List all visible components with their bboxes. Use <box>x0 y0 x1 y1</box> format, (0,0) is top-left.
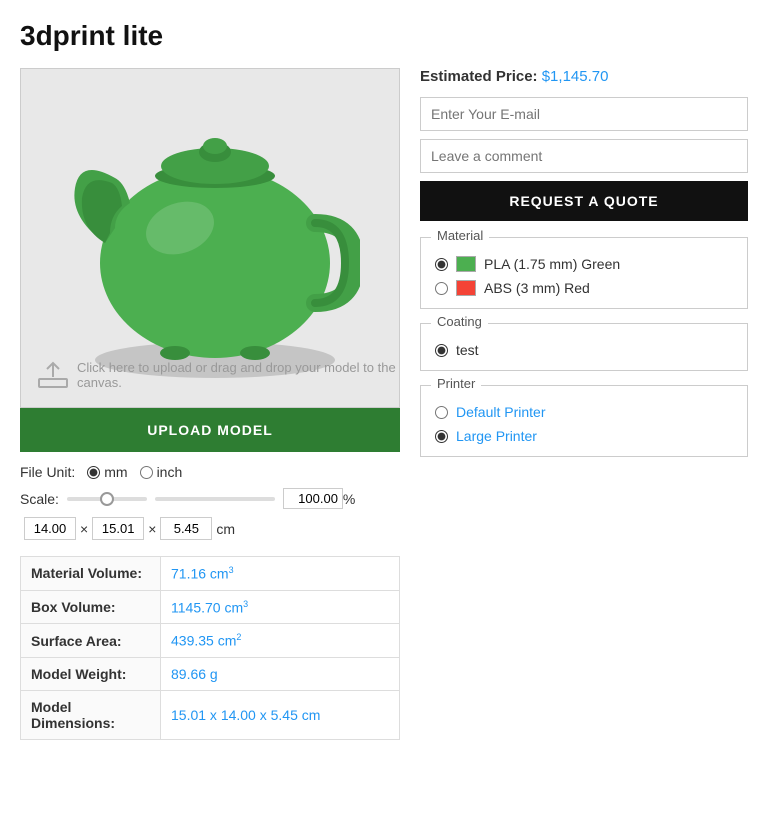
comment-input[interactable] <box>420 139 748 173</box>
printer-large-label: Large Printer <box>456 428 537 444</box>
dim-x-sep: × <box>80 521 88 537</box>
table-row: Material Volume: 71.16 cm3 <box>21 557 400 591</box>
printer-default-radio[interactable] <box>435 406 448 419</box>
material-group-legend: Material <box>431 228 489 243</box>
dim-y-sep: × <box>148 521 156 537</box>
info-value: 439.35 cm2 <box>161 624 400 658</box>
estimated-price-value: $1,145.70 <box>542 68 609 85</box>
file-unit-mm-option[interactable]: mm <box>87 464 127 480</box>
file-unit-inch-label: inch <box>157 464 183 480</box>
info-label: Model Weight: <box>21 657 161 690</box>
abs-color-swatch <box>456 280 476 296</box>
dim-z-input[interactable] <box>160 517 212 540</box>
info-label: Material Volume: <box>21 557 161 591</box>
printer-large-radio[interactable] <box>435 430 448 443</box>
dimensions-row: × × cm <box>24 517 400 540</box>
request-quote-button[interactable]: REQUEST A QUOTE <box>420 181 748 221</box>
scale-label: Scale: <box>20 491 59 507</box>
coating-group-legend: Coating <box>431 314 488 329</box>
table-row: Surface Area: 439.35 cm2 <box>21 624 400 658</box>
info-label: Model Dimensions: <box>21 690 161 739</box>
printer-group: Printer Default Printer Large Printer <box>420 385 748 457</box>
estimated-price: Estimated Price: $1,145.70 <box>420 68 748 85</box>
teapot-render <box>21 69 399 407</box>
scale-suffix: % <box>343 491 355 507</box>
file-unit-row: File Unit: mm inch <box>20 464 400 480</box>
left-panel: Click here to upload or drag and drop yo… <box>20 68 400 740</box>
coating-test-label: test <box>456 342 479 358</box>
file-unit-inch-option[interactable]: inch <box>140 464 183 480</box>
scale-slider[interactable] <box>67 497 147 501</box>
material-abs-radio[interactable] <box>435 282 448 295</box>
right-panel: Estimated Price: $1,145.70 REQUEST A QUO… <box>420 68 748 471</box>
info-label: Surface Area: <box>21 624 161 658</box>
info-value: 15.01 x 14.00 x 5.45 cm <box>161 690 400 739</box>
dim-x-input[interactable] <box>24 517 76 540</box>
upload-model-button[interactable]: UPLOAD MODEL <box>20 408 400 452</box>
printer-group-legend: Printer <box>431 376 481 391</box>
scale-right-track <box>155 497 275 501</box>
printer-default-label: Default Printer <box>456 404 545 420</box>
material-option-abs[interactable]: ABS (3 mm) Red <box>435 280 733 296</box>
file-unit-mm-label: mm <box>104 464 127 480</box>
printer-option-large[interactable]: Large Printer <box>435 428 733 444</box>
file-unit-mm-radio[interactable] <box>87 466 100 479</box>
scale-percent: % <box>283 488 355 509</box>
printer-option-default[interactable]: Default Printer <box>435 404 733 420</box>
material-option-pla[interactable]: PLA (1.75 mm) Green <box>435 256 733 272</box>
material-pla-label: PLA (1.75 mm) Green <box>484 256 620 272</box>
table-row: Model Dimensions: 15.01 x 14.00 x 5.45 c… <box>21 690 400 739</box>
coating-group: Coating test <box>420 323 748 371</box>
email-input[interactable] <box>420 97 748 131</box>
file-unit-inch-radio[interactable] <box>140 466 153 479</box>
dim-unit: cm <box>216 521 235 537</box>
model-canvas[interactable]: Click here to upload or drag and drop yo… <box>20 68 400 408</box>
dim-y-input[interactable] <box>92 517 144 540</box>
table-row: Model Weight: 89.66 g <box>21 657 400 690</box>
info-value: 71.16 cm3 <box>161 557 400 591</box>
scale-input[interactable] <box>283 488 343 509</box>
estimated-price-label: Estimated Price: <box>420 68 538 85</box>
coating-option-test[interactable]: test <box>435 342 733 358</box>
coating-test-radio[interactable] <box>435 344 448 357</box>
material-abs-label: ABS (3 mm) Red <box>484 280 590 296</box>
material-pla-radio[interactable] <box>435 258 448 271</box>
table-row: Box Volume: 1145.70 cm3 <box>21 590 400 624</box>
pla-color-swatch <box>456 256 476 272</box>
info-value: 89.66 g <box>161 657 400 690</box>
info-label: Box Volume: <box>21 590 161 624</box>
upload-hint: Click here to upload or drag and drop yo… <box>37 359 399 391</box>
material-group: Material PLA (1.75 mm) Green ABS (3 mm) … <box>420 237 748 309</box>
scale-row: Scale: % <box>20 488 400 509</box>
file-unit-label: File Unit: <box>20 464 75 480</box>
info-table: Material Volume: 71.16 cm3 Box Volume: 1… <box>20 556 400 740</box>
app-title: 3dprint lite <box>20 20 748 52</box>
info-value: 1145.70 cm3 <box>161 590 400 624</box>
